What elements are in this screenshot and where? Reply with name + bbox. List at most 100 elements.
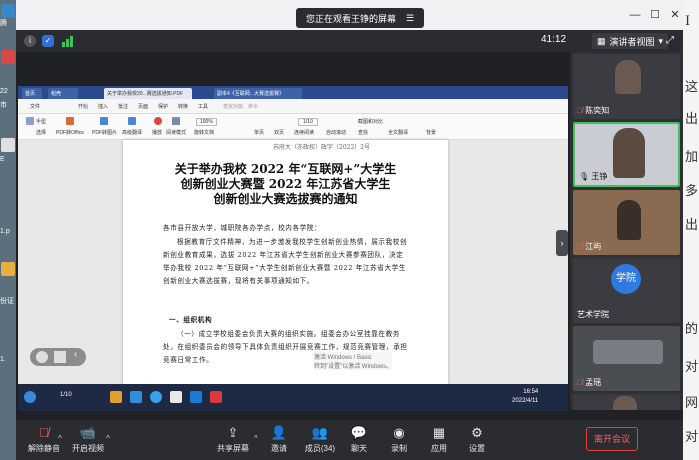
ribbon-item[interactable]: PDF转图片	[92, 129, 117, 136]
pdf-ribbon: 手型 选择 PDF转Office PDF转图片 高级翻译 播放 阅读模式 100…	[18, 114, 568, 140]
page-field[interactable]: 1/10	[298, 118, 318, 126]
participant-tile[interactable]: 🎙̸ 陈奕知	[573, 54, 680, 119]
participant-name: 陈奕知	[585, 106, 610, 115]
hand-icon[interactable]	[26, 117, 34, 125]
tab-doc-copy[interactable]: 副本4《互联网...大赛选拔赛》	[214, 88, 302, 99]
menu-item[interactable]: 页面	[138, 103, 148, 110]
pdf-icon[interactable]	[1, 50, 15, 64]
ribbon-item[interactable]: 全文翻译	[388, 129, 408, 136]
participants-panel: 🎙̸ 陈奕知 🎙 王铮 🎙̸ 江屿 学院 艺术学院 🎙̸ 孟瑶	[570, 52, 683, 410]
maximize-icon[interactable]: ☐	[648, 8, 662, 22]
close-icon[interactable]: ✕	[668, 8, 682, 22]
menu-item[interactable]: 保护	[158, 103, 168, 110]
zoom-field[interactable]: 100%	[196, 118, 217, 126]
settings-button[interactable]: ⚙ 设置	[462, 424, 492, 454]
ribbon-item[interactable]: 双页	[274, 129, 284, 136]
chevron-up-icon[interactable]: ^	[106, 434, 110, 443]
info-icon[interactable]: i	[24, 35, 36, 47]
chat-button[interactable]: 💬 聊天	[344, 424, 374, 454]
participant-name: 王铮	[591, 172, 608, 181]
floating-controls: ‹	[30, 348, 86, 366]
menu-item[interactable]: 插入	[98, 103, 108, 110]
desktop-label: 1.	[0, 356, 6, 363]
ribbon-item[interactable]: 连续阅读	[294, 129, 314, 136]
chevron-up-icon[interactable]: ^	[58, 434, 62, 443]
tab-docer[interactable]: 稻壳	[48, 88, 78, 99]
menu-item[interactable]: 批注	[118, 103, 128, 110]
menu-item[interactable]: 工具	[198, 103, 208, 110]
menu-item[interactable]: 转换	[178, 103, 188, 110]
ribbon-item[interactable]: 背景	[426, 129, 436, 136]
leave-meeting-button[interactable]: 离开会议	[586, 427, 638, 451]
ribbon-item[interactable]: PDF转Office	[56, 129, 84, 136]
participant-video	[593, 340, 663, 364]
image-icon[interactable]	[100, 117, 108, 125]
ribbon-item[interactable]: 自动滚动	[326, 129, 346, 136]
file-icon[interactable]	[1, 138, 15, 152]
ribbon-item[interactable]: 旋转文档	[194, 129, 214, 136]
participant-tile[interactable]: 学院 艺术学院	[573, 258, 680, 323]
document-title: 关于举办我校 2022 年“互联网+”大学生 创新创业大赛暨 2022 年江苏省…	[123, 162, 448, 207]
wps-icon[interactable]	[210, 391, 222, 403]
search-command[interactable]: 查找功能、命令	[223, 103, 258, 110]
participant-tile[interactable]	[573, 394, 680, 410]
invite-button[interactable]: 👤 邀请	[264, 424, 294, 454]
menu-item[interactable]: 文件	[30, 103, 40, 110]
ribbon-item[interactable]: 高级翻译	[122, 129, 142, 136]
explorer-icon[interactable]	[110, 391, 122, 403]
emoji-icon[interactable]	[36, 351, 48, 363]
start-icon[interactable]	[24, 391, 36, 403]
participant-tile-active[interactable]: 🎙 王铮	[573, 122, 680, 187]
translate-icon[interactable]	[128, 117, 136, 125]
avatar: 学院	[611, 264, 641, 294]
ribbon-item[interactable]: 截图和对比	[358, 118, 383, 125]
play-icon[interactable]	[154, 117, 162, 125]
qq-icon[interactable]	[150, 391, 162, 403]
pdf-convert-icon[interactable]	[66, 117, 74, 125]
doc-glyph: I	[685, 14, 691, 29]
doc-glyph: 这	[685, 80, 699, 95]
browser-icon[interactable]	[130, 391, 142, 403]
folder-icon[interactable]	[1, 262, 15, 276]
participant-name: 江屿	[585, 242, 602, 251]
members-button[interactable]: 👥 成员(34)	[300, 424, 340, 454]
menu-item[interactable]: 开始	[78, 103, 88, 110]
desktop-label: 份证	[0, 298, 14, 305]
signal-icon[interactable]	[62, 35, 74, 47]
body-paragraph: 根据教育厅文件精神，为进一步激发我校学生创新创业热情，展示我校创新创业教育成果，…	[163, 238, 408, 285]
activation-watermark: 激活 Windows / Basic 转到"设置"以激活 Windows。	[314, 352, 393, 370]
chevron-left-icon[interactable]: ‹	[74, 349, 77, 360]
ribbon-item[interactable]: 单页	[254, 129, 264, 136]
shield-icon[interactable]: ✓	[42, 35, 54, 47]
apps-button[interactable]: ▦ 应用	[424, 424, 454, 454]
video-button[interactable]: 📹 开启视频	[66, 424, 110, 454]
app-icon[interactable]	[170, 391, 182, 403]
meeting-timer: 41:12	[541, 34, 567, 45]
meeting-app-icon[interactable]	[190, 391, 202, 403]
participant-tile[interactable]: 🎙̸ 江屿	[573, 190, 680, 255]
pdf-page: 苏府大（亦政权）政字（2022）2号 关于举办我校 2022 年“互联网+”大学…	[123, 140, 448, 384]
ribbon-item[interactable]: 选择	[36, 129, 46, 136]
tab-pdf-active[interactable]: 关于举办我校20...赛选拔通知.PDF	[104, 88, 192, 99]
record-button[interactable]: ◉ 录制	[384, 424, 414, 454]
chevron-right-icon[interactable]: ›	[556, 230, 568, 256]
ribbon-item[interactable]: 播放	[152, 129, 162, 136]
pdf-menu-bar: 文件 开始 插入 批注 页面 保护 转换 工具 查找功能、命令	[18, 99, 568, 114]
view-mode-button[interactable]: ▦ 演讲者视图 ▾	[592, 33, 669, 49]
chevron-up-icon[interactable]: ^	[254, 434, 258, 443]
ribbon-item[interactable]: 查找	[358, 129, 368, 136]
share-screen-button[interactable]: ⇪ 共享屏幕	[212, 424, 254, 454]
gear-icon: ⚙	[471, 425, 483, 440]
ribbon-item[interactable]: 阅读模式	[166, 129, 186, 136]
tab-home[interactable]: 首页	[22, 88, 42, 99]
read-mode-icon[interactable]	[172, 117, 180, 125]
annotate-icon[interactable]	[54, 351, 66, 363]
minimize-icon[interactable]: —	[628, 8, 642, 22]
doc-glyph: 出	[685, 112, 699, 127]
fullscreen-icon[interactable]: ⤢	[666, 35, 674, 46]
participant-tile[interactable]: 🎙̸ 孟瑶	[573, 326, 680, 391]
menu-icon[interactable]: ☰	[406, 13, 414, 24]
background-document-strip: I 这 出 加 多 出 的 对 网 对	[683, 0, 699, 460]
app-icon[interactable]	[1, 4, 15, 18]
ribbon-item[interactable]: 手型	[36, 118, 46, 125]
